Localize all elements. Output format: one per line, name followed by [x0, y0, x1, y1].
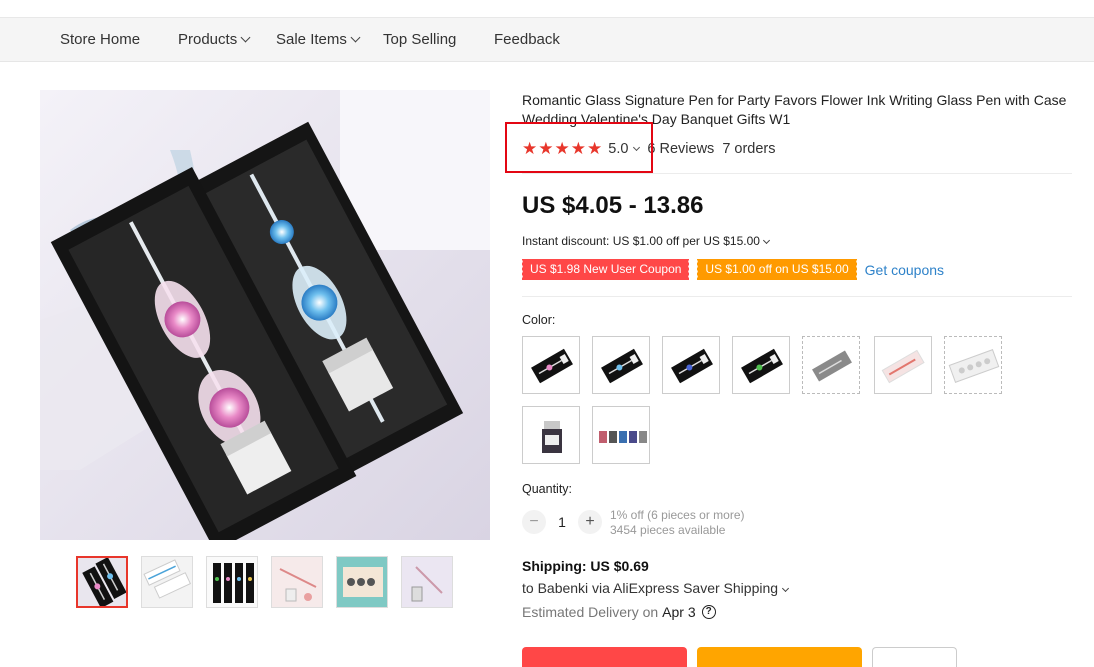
color-swatch-5[interactable] — [802, 336, 860, 394]
thumbnail-6[interactable] — [401, 556, 453, 608]
chevron-down-icon[interactable] — [633, 143, 641, 151]
thumbnail-image — [272, 557, 322, 607]
add-to-cart-button[interactable] — [697, 647, 862, 667]
color-swatch-9[interactable] — [592, 406, 650, 464]
rating-score[interactable]: 5.0 — [608, 141, 628, 157]
bulk-discount-text: 1% off (6 pieces or more) — [610, 508, 745, 522]
product-photo — [40, 90, 490, 540]
estimated-delivery: Estimated Delivery on Apr 3 ? — [522, 604, 716, 620]
shipping-destination-text: to Babenki via AliExpress Saver Shipping — [522, 580, 779, 596]
delivery-date: Apr 3 — [662, 604, 696, 620]
star-rating: ★ ★ ★ ★ ★ — [522, 139, 602, 159]
swatch-image — [523, 337, 579, 393]
nav-products[interactable]: Products — [178, 18, 251, 62]
instant-discount[interactable]: Instant discount: US $1.00 off per US $1… — [522, 234, 770, 248]
thumbnail-image — [207, 557, 257, 607]
rating-row: ★ ★ ★ ★ ★ 5.0 6 Reviews 7 orders — [522, 139, 776, 159]
color-swatch-6[interactable] — [874, 336, 932, 394]
get-coupons-link[interactable]: Get coupons — [865, 262, 944, 278]
thumbnail-image — [337, 557, 387, 607]
color-swatch-1[interactable] — [522, 336, 580, 394]
star-icon: ★ — [522, 139, 538, 158]
swatch-image — [593, 407, 649, 463]
divider — [522, 173, 1072, 174]
store-coupon[interactable]: US $1.00 off on US $15.00 — [696, 259, 857, 280]
nav-label: Sale Items — [276, 31, 347, 48]
swatch-image — [523, 407, 579, 463]
star-icon: ★ — [554, 139, 570, 158]
thumbnail-3[interactable] — [206, 556, 258, 608]
shipping-destination[interactable]: to Babenki via AliExpress Saver Shipping — [522, 580, 790, 596]
store-nav: Store Home Products Sale Items Top Selli… — [0, 18, 1094, 62]
new-user-coupon[interactable]: US $1.98 New User Coupon — [520, 259, 690, 280]
price-range: US $4.05 - 13.86 — [522, 192, 704, 219]
coupon-row: US $1.98 New User Coupon US $1.00 off on… — [520, 259, 944, 280]
wishlist-button[interactable] — [872, 647, 957, 667]
reviews-link[interactable]: 6 Reviews — [647, 141, 714, 157]
stock-available-text: 3454 pieces available — [610, 523, 726, 537]
swatch-image — [663, 337, 719, 393]
instant-discount-text: Instant discount: US $1.00 off per US $1… — [522, 234, 760, 248]
swatch-image — [803, 337, 859, 393]
delivery-label: Estimated Delivery on — [522, 604, 659, 620]
quantity-info: 1% off (6 pieces or more) 3454 pieces av… — [610, 508, 745, 538]
thumbnail-image — [402, 557, 452, 607]
quantity-label: Quantity: — [522, 482, 573, 496]
star-icon: ★ — [538, 139, 554, 158]
nav-label: Feedback — [494, 31, 560, 48]
nav-label: Products — [178, 31, 238, 48]
swatch-image — [733, 337, 789, 393]
quantity-value[interactable]: 1 — [552, 514, 572, 530]
color-swatch-3[interactable] — [662, 336, 720, 394]
color-swatch-4[interactable] — [732, 336, 790, 394]
thumbnail-4[interactable] — [271, 556, 323, 608]
thumbnail-2[interactable] — [141, 556, 193, 608]
orders-count: 7 orders — [722, 141, 776, 157]
thumbnail-1[interactable] — [76, 556, 128, 608]
thumbnail-5[interactable] — [336, 556, 388, 608]
color-label: Color: — [522, 313, 556, 327]
nav-feedback[interactable]: Feedback — [494, 18, 560, 62]
chevron-down-icon — [762, 236, 770, 245]
product-title: Romantic Glass Signature Pen for Party F… — [522, 92, 1067, 127]
color-swatch-2[interactable] — [592, 336, 650, 394]
buy-now-button[interactable] — [522, 647, 687, 667]
thumbnail-image — [78, 558, 126, 606]
chevron-down-icon — [782, 584, 790, 593]
main-product-image[interactable] — [40, 90, 490, 540]
swatch-image — [875, 337, 931, 393]
color-swatch-7[interactable] — [944, 336, 1002, 394]
quantity-increase-button[interactable]: + — [578, 510, 602, 534]
color-swatch-8[interactable] — [522, 406, 580, 464]
divider — [522, 296, 1072, 297]
nav-label: Top Selling — [383, 31, 457, 48]
help-icon[interactable]: ? — [701, 605, 716, 619]
chevron-down-icon — [240, 32, 251, 43]
chevron-down-icon — [350, 32, 361, 43]
quantity-decrease-button[interactable]: − — [522, 510, 546, 534]
swatch-image — [593, 337, 649, 393]
swatch-image — [945, 337, 1001, 393]
star-icon: ★ — [570, 139, 586, 158]
shipping-cost: Shipping: US $0.69 — [522, 558, 649, 574]
thumbnail-image — [142, 557, 192, 607]
nav-sale-items[interactable]: Sale Items — [276, 18, 361, 62]
star-icon: ★ — [587, 139, 603, 158]
top-strip — [0, 0, 1094, 18]
nav-store-home[interactable]: Store Home — [60, 18, 140, 62]
nav-top-selling[interactable]: Top Selling — [383, 18, 456, 62]
nav-label: Store Home — [60, 31, 141, 48]
